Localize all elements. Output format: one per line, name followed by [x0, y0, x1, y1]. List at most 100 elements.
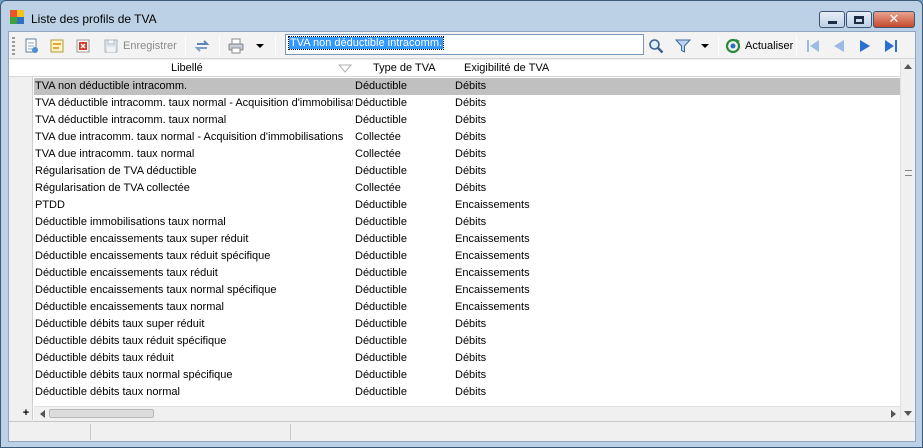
cell-exigibilite-tva: Débits	[455, 369, 487, 381]
sync-icon	[194, 40, 210, 52]
search-input[interactable]: TVA non déductible intracomm.	[285, 34, 644, 55]
cell-libelle: Déductible immobilisations taux normal	[35, 216, 226, 228]
filter-button[interactable]	[675, 36, 691, 56]
title-bar[interactable]: Liste des profils de TVA ✕	[1, 1, 922, 31]
table-row[interactable]: Déductible encaissements taux réduit spé…	[34, 248, 900, 265]
maximize-button[interactable]	[846, 11, 872, 28]
print-button[interactable]	[228, 36, 244, 56]
table-row[interactable]: TVA non déductible intracomm. Déductible D…	[34, 78, 900, 95]
cell-libelle: Déductible débits taux super réduit	[35, 318, 205, 330]
cell-libelle: Déductible encaissements taux normal spé…	[35, 284, 277, 296]
sort-indicator-icon	[338, 64, 352, 73]
table-row[interactable]: Régularisation de TVA collectée Collectée…	[34, 180, 900, 197]
cell-libelle: Déductible encaissements taux réduit spé…	[35, 250, 271, 262]
cell-exigibilite-tva: Encaissements	[455, 267, 530, 279]
horizontal-scroll-thumb[interactable]	[49, 409, 154, 418]
cell-exigibilite-tva: Encaissements	[455, 250, 530, 262]
table-row[interactable]: Déductible encaissements taux super rédu…	[34, 231, 900, 248]
horizontal-scrollbar[interactable]: +	[23, 406, 900, 420]
table-row[interactable]: TVA due intracomm. taux normal Collectée D…	[34, 146, 900, 163]
scroll-right-icon[interactable]	[891, 410, 896, 418]
new-button[interactable]	[23, 36, 39, 56]
cell-type-tva: Collectée	[355, 148, 401, 160]
cell-type-tva: Déductible	[355, 80, 407, 92]
table-row[interactable]: Déductible débits taux normal Déductible D…	[34, 384, 900, 401]
scroll-thumb-grip[interactable]	[905, 170, 912, 176]
table-row[interactable]: TVA déductible intracomm. taux normal Déd…	[34, 112, 900, 129]
last-record-icon	[885, 40, 897, 52]
status-pane	[91, 424, 291, 440]
sync-button[interactable]	[194, 36, 210, 56]
column-header-exigibilite[interactable]: Exigibilité de TVA	[464, 62, 549, 74]
scroll-down-icon[interactable]	[904, 411, 912, 416]
cell-exigibilite-tva: Débits	[455, 165, 487, 177]
print-options-dropdown[interactable]	[256, 36, 264, 56]
row-indicator-column	[9, 60, 33, 420]
cell-exigibilite-tva: Débits	[455, 148, 487, 160]
table-row[interactable]: Déductible immobilisations taux normal Dé…	[34, 214, 900, 231]
column-header-libelle[interactable]: Libellé	[171, 62, 203, 74]
table-row[interactable]: Déductible encaissements taux réduit Dédu…	[34, 265, 900, 282]
cell-libelle: TVA due intracomm. taux normal - Acquisi…	[35, 131, 344, 143]
cell-type-tva: Collectée	[355, 131, 401, 143]
minimize-button[interactable]	[819, 11, 845, 28]
maximize-icon	[854, 15, 864, 24]
table-row[interactable]: Déductible débits taux réduit Déductible D…	[34, 350, 900, 367]
table-row[interactable]: PTDD Déductible Encaissements	[34, 197, 900, 214]
cell-libelle: TVA due intracomm. taux normal	[35, 148, 195, 160]
cell-libelle: Déductible encaissements taux normal	[35, 301, 224, 313]
toolbar-separator	[796, 36, 797, 56]
cell-exigibilite-tva: Débits	[455, 335, 487, 347]
filter-icon	[675, 39, 691, 53]
table-row[interactable]: Déductible débits taux super réduit Déduc…	[34, 316, 900, 333]
delete-button[interactable]	[75, 36, 91, 56]
toolbar-separator	[219, 36, 220, 56]
cell-exigibilite-tva: Débits	[455, 386, 487, 398]
status-bar	[9, 421, 915, 441]
cell-exigibilite-tva: Débits	[455, 182, 487, 194]
column-header-type[interactable]: Type de TVA	[373, 62, 436, 74]
table-row[interactable]: TVA déductible intracomm. taux normal - …	[34, 95, 900, 112]
refresh-button[interactable]: Actualiser	[725, 36, 793, 56]
cell-libelle: Régularisation de TVA collectée	[35, 182, 190, 194]
next-record-icon	[860, 40, 870, 52]
search-button[interactable]	[648, 36, 664, 56]
cell-libelle: TVA non déductible intracomm.	[35, 80, 188, 92]
cell-libelle: PTDD	[35, 199, 65, 211]
previous-record-button[interactable]	[831, 36, 847, 56]
cell-libelle: TVA déductible intracomm. taux normal	[35, 114, 227, 126]
add-row-icon[interactable]: +	[20, 407, 32, 419]
table-row[interactable]: Déductible débits taux normal spécifique…	[34, 367, 900, 384]
scroll-left-icon[interactable]	[40, 410, 45, 418]
table-row[interactable]: Déductible encaissements taux normal spé…	[34, 282, 900, 299]
cell-type-tva: Déductible	[355, 369, 407, 381]
cell-exigibilite-tva: Débits	[455, 114, 487, 126]
toolbar-separator	[275, 36, 276, 56]
toolbar-separator	[185, 36, 186, 56]
table-row[interactable]: TVA due intracomm. taux normal - Acquisi…	[34, 129, 900, 146]
cell-exigibilite-tva: Encaissements	[455, 199, 530, 211]
table-row[interactable]: Déductible encaissements taux normal Dédu…	[34, 299, 900, 316]
cell-exigibilite-tva: Débits	[455, 216, 487, 228]
next-record-button[interactable]	[857, 36, 873, 56]
close-button[interactable]: ✕	[873, 11, 915, 28]
first-record-button[interactable]	[805, 36, 821, 56]
cell-type-tva: Déductible	[355, 284, 407, 296]
cell-libelle: Déductible encaissements taux réduit	[35, 267, 218, 279]
client-area: Enregistrer TVA non déductible intracomm…	[8, 31, 916, 442]
table-row[interactable]: Régularisation de TVA déductible Déductib…	[34, 163, 900, 180]
chevron-down-icon	[256, 44, 264, 48]
table-row[interactable]: Déductible débits taux réduit spécifique…	[34, 333, 900, 350]
cell-exigibilite-tva: Encaissements	[455, 301, 530, 313]
cell-type-tva: Déductible	[355, 199, 407, 211]
first-record-icon	[807, 40, 819, 52]
filter-options-dropdown[interactable]	[701, 36, 709, 56]
cell-exigibilite-tva: Débits	[455, 97, 487, 109]
vertical-scrollbar[interactable]	[900, 60, 915, 420]
app-icon	[10, 10, 24, 24]
save-button[interactable]: Enregistrer	[103, 36, 177, 56]
toolbar-grip[interactable]	[12, 37, 15, 55]
properties-button[interactable]	[49, 36, 65, 56]
last-record-button[interactable]	[883, 36, 899, 56]
scroll-up-icon[interactable]	[904, 64, 912, 69]
